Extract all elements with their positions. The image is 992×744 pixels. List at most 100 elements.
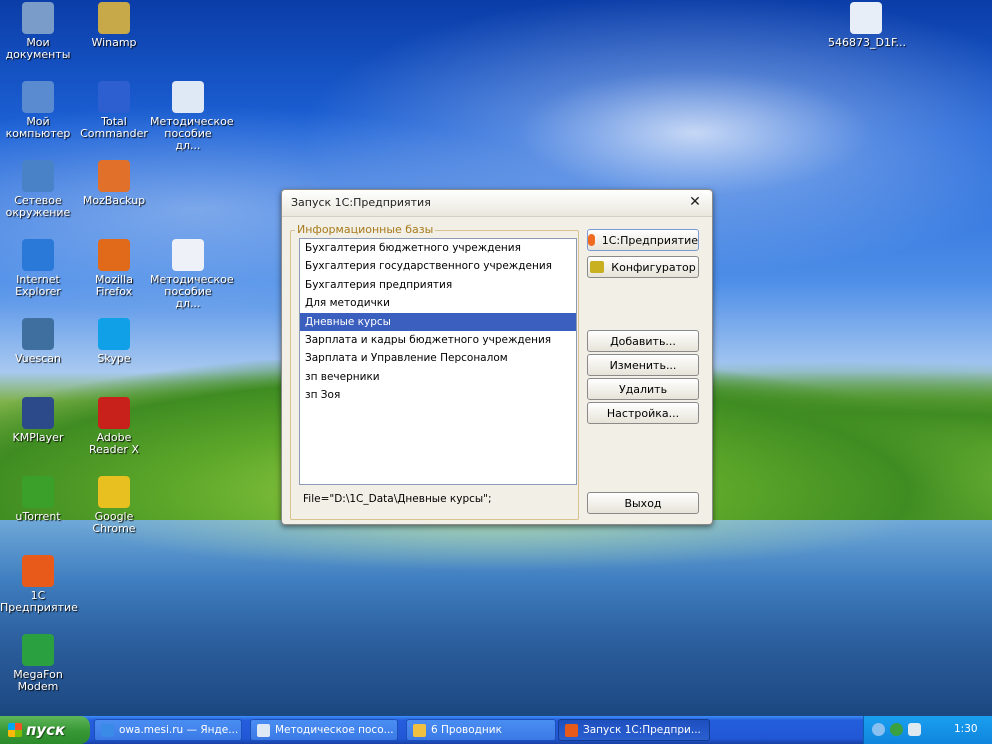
- infobase-item[interactable]: Для методички: [300, 294, 576, 312]
- edit-button[interactable]: Изменить...: [587, 354, 699, 376]
- megafon-shortcut[interactable]: MegaFon Modem: [0, 634, 76, 693]
- tray-arrow-icon[interactable]: [872, 723, 885, 736]
- taskbar-app-icon: [565, 723, 578, 737]
- vuescan-shortcut[interactable]: Vuescan: [0, 318, 76, 365]
- pdf-file-icon: [850, 2, 882, 34]
- desktop-icon-label: Мои документы: [5, 36, 71, 61]
- tray-volume-icon[interactable]: [908, 723, 921, 736]
- my-computer-shortcut[interactable]: Мой компьютер: [0, 81, 76, 140]
- infobase-item[interactable]: Дневные курсы: [300, 312, 576, 331]
- clock[interactable]: 1:30: [954, 723, 978, 735]
- desktop-icon-label: MozBackup: [82, 194, 146, 207]
- method-doc1-icon: [172, 81, 204, 113]
- windows-logo-icon: [8, 723, 22, 737]
- enterprise-button-label: 1С:Предприятие: [601, 233, 698, 247]
- taskbar-button[interactable]: 6 Проводник: [406, 719, 556, 741]
- taskbar-button[interactable]: Запуск 1С:Предпри...: [558, 719, 710, 741]
- configurator-button[interactable]: Конфигуратор: [587, 256, 699, 278]
- 1c-enterprise-icon: [588, 234, 595, 246]
- taskbar-app-icon: [101, 723, 114, 737]
- desktop-icon-label: KMPlayer: [12, 431, 64, 444]
- skype-icon: [98, 318, 130, 350]
- infobase-item[interactable]: зп Зоя: [300, 386, 576, 404]
- desktop-icon-label: 546873_D1F...: [828, 36, 907, 49]
- taskbar-app-icon: [413, 723, 426, 737]
- mozbackup-icon: [98, 160, 130, 192]
- delete-button[interactable]: Удалить: [587, 378, 699, 400]
- desktop-icon-label: Mozilla Firefox: [95, 273, 133, 298]
- adobe-reader-shortcut[interactable]: Adobe Reader X: [76, 397, 152, 456]
- desktop-icon-label: Google Chrome: [92, 510, 136, 535]
- taskbar-button[interactable]: Методическое посо...: [250, 719, 398, 741]
- start-label: пуск: [26, 721, 66, 739]
- winamp-icon: [98, 2, 130, 34]
- winamp-shortcut[interactable]: Winamp: [76, 2, 152, 49]
- megafon-icon: [22, 634, 54, 666]
- utorrent-shortcut[interactable]: uTorrent: [0, 476, 76, 523]
- infobase-item[interactable]: зп вечерники: [300, 368, 576, 386]
- chrome-shortcut[interactable]: Google Chrome: [76, 476, 152, 535]
- method-doc1-shortcut[interactable]: Методическое пособие дл...: [150, 81, 234, 152]
- infobase-item[interactable]: Зарплата и Управление Персоналом: [300, 349, 576, 367]
- taskbar-button-label: Методическое посо...: [275, 724, 394, 736]
- desktop-icon-label: MegaFon Modem: [13, 668, 63, 693]
- ie-shortcut[interactable]: Internet Explorer: [0, 239, 76, 298]
- close-icon[interactable]: ✕: [686, 193, 704, 211]
- infobase-item[interactable]: Бухгалтерия бюджетного учреждения: [300, 239, 576, 257]
- my-documents-icon: [22, 2, 54, 34]
- desktop-icon-label: uTorrent: [15, 510, 61, 523]
- enterprise-button[interactable]: 1С:Предприятие: [587, 229, 699, 251]
- firefox-icon: [98, 239, 130, 271]
- system-tray: 1:30: [863, 716, 992, 744]
- connection-path: File="D:\1C_Data\Дневные курсы";: [303, 493, 492, 505]
- settings-button[interactable]: Настройка...: [587, 402, 699, 424]
- desktop-icon-label: Skype: [97, 352, 131, 365]
- dialog-title: Запуск 1С:Предприятия: [282, 190, 712, 217]
- desktop-icon-label: 1С Предприятие: [0, 589, 78, 614]
- exit-button[interactable]: Выход: [587, 492, 699, 514]
- desktop-icon-label: Winamp: [91, 36, 137, 49]
- taskbar-app-icon: [257, 723, 270, 737]
- utorrent-icon: [22, 476, 54, 508]
- infobase-item[interactable]: Зарплата и кадры бюджетного учреждения: [300, 331, 576, 349]
- start-button[interactable]: пуск: [0, 716, 90, 744]
- infobases-list[interactable]: Бухгалтерия бюджетного учреждения Бухгалт…: [299, 238, 577, 485]
- taskbar-button[interactable]: owa.mesi.ru — Янде...: [94, 719, 242, 741]
- chrome-icon: [98, 476, 130, 508]
- kmplayer-shortcut[interactable]: KMPlayer: [0, 397, 76, 444]
- taskbar-button-label: Запуск 1С:Предпри...: [583, 724, 701, 736]
- infobases-group-label: Информационные базы: [295, 223, 436, 236]
- tray-network-icon[interactable]: [890, 723, 903, 736]
- desktop-icon-label: Сетевое окружение: [5, 194, 71, 219]
- desktop-icon-label: Internet Explorer: [15, 273, 61, 298]
- total-commander-shortcut[interactable]: Total Commander: [76, 81, 152, 140]
- 1c-shortcut[interactable]: 1С Предприятие: [0, 555, 78, 614]
- desktop-icon-label: Методическое пособие дл...: [150, 273, 234, 310]
- taskbar-button-label: owa.mesi.ru — Янде...: [119, 724, 239, 736]
- kmplayer-icon: [22, 397, 54, 429]
- configurator-button-label: Конфигуратор: [611, 260, 696, 274]
- mozbackup-shortcut[interactable]: MozBackup: [76, 160, 152, 207]
- my-computer-icon: [22, 81, 54, 113]
- network-shortcut[interactable]: Сетевое окружение: [0, 160, 76, 219]
- add-button[interactable]: Добавить...: [587, 330, 699, 352]
- method-doc2-icon: [172, 239, 204, 271]
- desktop-icon-label: Adobe Reader X: [89, 431, 139, 456]
- vuescan-icon: [22, 318, 54, 350]
- pdf-file-shortcut[interactable]: 546873_D1F...: [828, 2, 907, 49]
- taskbar-button-label: 6 Проводник: [431, 724, 502, 736]
- adobe-reader-icon: [98, 397, 130, 429]
- firefox-shortcut[interactable]: Mozilla Firefox: [76, 239, 152, 298]
- infobase-item[interactable]: Бухгалтерия предприятия: [300, 276, 576, 294]
- infobase-item[interactable]: Бухгалтерия государственного учреждения: [300, 257, 576, 275]
- desktop-icon-label: Vuescan: [14, 352, 61, 365]
- ie-icon: [22, 239, 54, 271]
- total-commander-icon: [98, 81, 130, 113]
- desktop-icon-label: Методическое пособие дл...: [150, 115, 234, 152]
- configurator-icon: [590, 261, 605, 273]
- method-doc2-shortcut[interactable]: Методическое пособие дл...: [150, 239, 234, 310]
- desktop-icon-label: Мой компьютер: [5, 115, 71, 140]
- network-icon: [22, 160, 54, 192]
- skype-shortcut[interactable]: Skype: [76, 318, 152, 365]
- my-documents-shortcut[interactable]: Мои документы: [0, 2, 76, 61]
